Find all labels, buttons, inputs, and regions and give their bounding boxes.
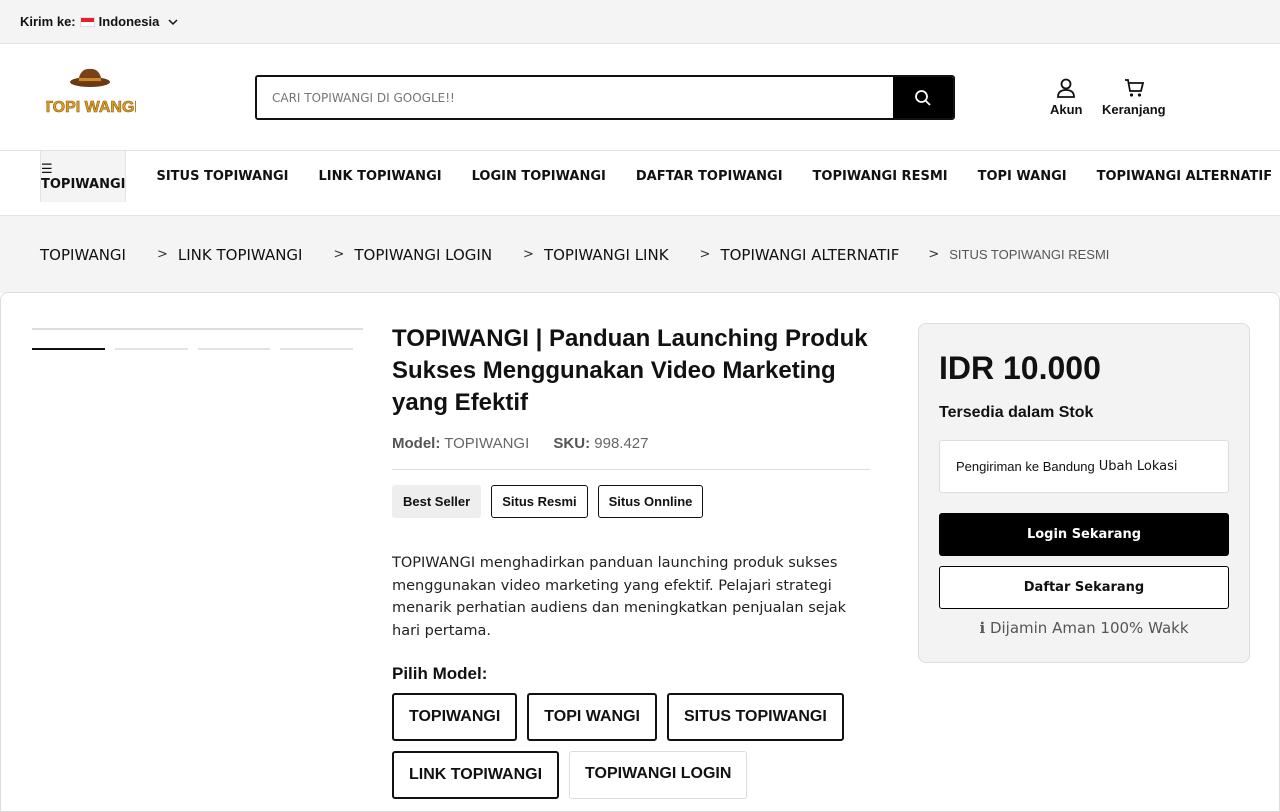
model-option[interactable]: TOPI WANGI: [527, 693, 657, 741]
guarantee-note: ℹ Dijamin Aman 100% Wakk: [979, 619, 1189, 637]
model-options: TOPIWANGI TOPI WANGI SITUS TOPIWANGI LIN…: [392, 693, 870, 809]
gallery-thumbnail[interactable]: [197, 348, 271, 350]
gallery-thumbnails: [32, 348, 363, 350]
nav-link-topi-wangi[interactable]: TOPI WANGI: [978, 169, 1067, 184]
model-option[interactable]: LINK TOPIWANGI: [392, 751, 560, 799]
register-button[interactable]: Daftar Sekarang: [939, 566, 1229, 609]
breadcrumb-item[interactable]: TOPIWANGI ALTERNATIF: [720, 246, 899, 264]
product-gallery: [32, 328, 363, 350]
sku-label: SKU:: [553, 435, 591, 452]
search-bar: [255, 75, 955, 120]
chevron-down-icon[interactable]: [167, 16, 179, 28]
model-option[interactable]: SITUS TOPIWANGI: [666, 693, 844, 741]
model-value: TOPIWANGI: [444, 435, 530, 452]
breadcrumb: TOPIWANGI > LINK TOPIWANGI > TOPIWANGI LOG…: [0, 216, 1280, 293]
account-label: Akun: [1050, 102, 1083, 117]
cart-button[interactable]: Keranjang: [1102, 77, 1166, 117]
breadcrumb-separator: >: [333, 247, 345, 262]
breadcrumb-current: SITUS TOPIWANGI RESMI: [949, 247, 1110, 262]
gallery-thumbnail[interactable]: [280, 348, 353, 350]
category-menu-button[interactable]: ☰ TOPIWANGI: [40, 151, 127, 202]
breadcrumb-separator: >: [156, 247, 168, 262]
country-selector[interactable]: Indonesia: [99, 14, 160, 29]
model-label: Model:: [392, 435, 441, 452]
indonesia-flag-icon: [79, 16, 95, 27]
breadcrumb-separator: >: [523, 247, 534, 262]
badge-situs-online[interactable]: Situs Onnline: [597, 485, 704, 518]
login-button[interactable]: Login Sekarang: [939, 513, 1229, 556]
nav-link-link-topiwangi[interactable]: LINK TOPIWANGI: [318, 169, 441, 184]
account-button[interactable]: Akun: [1050, 77, 1083, 117]
product-title: TOPIWANGI | Panduan Launching Produk Suk…: [392, 325, 868, 416]
model-option[interactable]: TOPIWANGI LOGIN: [569, 751, 748, 799]
sku-value: 998.427: [594, 435, 649, 452]
main-nav: ☰ TOPIWANGI SITUS TOPIWANGI LINK TOPIWAN…: [0, 151, 1280, 216]
nav-link-login-topiwangi[interactable]: LOGIN TOPIWANGI: [472, 169, 606, 184]
site-header: TOPI WANGI Akun Keranjang: [0, 44, 1280, 151]
badge-best-seller: Best Seller: [392, 485, 482, 518]
breadcrumb-item[interactable]: LINK TOPIWANGI: [178, 246, 303, 264]
ship-to-label: Kirim ke:: [20, 14, 76, 29]
product-info: TOPIWANGI | Panduan Launching Produk Suk…: [392, 323, 870, 809]
breadcrumb-separator: >: [928, 247, 940, 262]
search-icon: [915, 89, 931, 106]
search-button[interactable]: [893, 77, 953, 118]
badge-situs-resmi[interactable]: Situs Resmi: [491, 485, 588, 518]
product-description: TOPIWANGI menghadirkan panduan launching…: [392, 555, 847, 639]
gallery-thumbnail[interactable]: [114, 348, 188, 350]
breadcrumb-item[interactable]: TOPIWANGI LOGIN: [354, 246, 492, 264]
change-location-link[interactable]: Ubah Lokasi: [1099, 459, 1178, 474]
nav-link-topiwangi-alternatif[interactable]: TOPIWANGI ALTERNATIF: [1097, 169, 1272, 184]
model-option[interactable]: TOPIWANGI: [392, 693, 518, 741]
logo-text: TOPI WANGI: [46, 99, 136, 116]
nav-link-topiwangi-resmi[interactable]: TOPIWANGI RESMI: [813, 169, 948, 184]
nav-link-situs-topiwangi[interactable]: SITUS TOPIWANGI: [156, 169, 288, 184]
user-icon: [1057, 78, 1076, 98]
shipping-bar[interactable]: Kirim ke: Indonesia: [0, 0, 1280, 44]
nav-link-daftar-topiwangi[interactable]: DAFTAR TOPIWANGI: [636, 169, 783, 184]
product-meta: Model: TOPIWANGI SKU: 998.427: [392, 435, 870, 470]
product-price: IDR 10.000: [939, 350, 1101, 386]
cart-label: Keranjang: [1102, 102, 1166, 117]
product-badges: Best Seller Situs Resmi Situs Onnline: [392, 485, 870, 518]
breadcrumb-separator: >: [699, 247, 711, 262]
stock-status: Tersedia dalam Stok: [939, 404, 1094, 421]
gallery-image-area: [32, 328, 363, 330]
cart-icon: [1124, 79, 1144, 97]
pick-model-label: Pilih Model:: [392, 664, 488, 683]
shipping-location: Pengiriman ke Bandung Ubah Lokasi: [939, 440, 1229, 493]
site-logo[interactable]: TOPI WANGI: [46, 64, 136, 124]
shipping-text: Pengiriman ke Bandung: [956, 459, 1095, 474]
breadcrumb-item[interactable]: TOPIWANGI: [40, 246, 126, 264]
nav-links: SITUS TOPIWANGI LINK TOPIWANGI LOGIN TOP…: [126, 151, 1280, 202]
search-input[interactable]: [257, 77, 893, 118]
product-section: TOPIWANGI | Panduan Launching Produk Suk…: [0, 292, 1280, 812]
breadcrumb-item[interactable]: TOPIWANGI LINK: [544, 246, 669, 264]
purchase-box: IDR 10.000 Tersedia dalam Stok Pengirima…: [918, 323, 1250, 663]
gallery-thumbnail[interactable]: [32, 348, 105, 350]
